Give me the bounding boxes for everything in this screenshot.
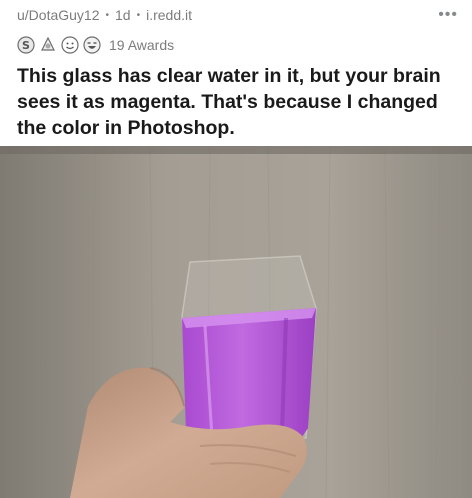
- author-link[interactable]: u/DotaGuy12: [17, 7, 100, 23]
- post-card[interactable]: u/DotaGuy12 • 1d • i.redd.it ••• S 19 Aw…: [0, 0, 472, 498]
- more-options-icon[interactable]: •••: [438, 6, 458, 24]
- post-title[interactable]: This glass has clear water in it, but yo…: [17, 63, 462, 141]
- post-image[interactable]: [0, 146, 472, 498]
- magenta-liquid: [182, 308, 316, 446]
- post-age: 1d: [115, 7, 131, 23]
- meta-separator: •: [105, 9, 110, 21]
- post-meta: u/DotaGuy12 • 1d • i.redd.it •••: [17, 3, 458, 27]
- laughing-award-icon: [83, 36, 101, 54]
- helpful-award-icon: [41, 36, 55, 51]
- meta-separator: •: [136, 9, 141, 21]
- silver-award-icon: S: [17, 36, 35, 54]
- svg-text:S: S: [22, 39, 30, 52]
- awards-row[interactable]: S 19 Awards: [17, 35, 174, 55]
- hand-holding-glass-photo: [0, 146, 472, 498]
- awards-count: 19 Awards: [109, 37, 175, 53]
- domain-link[interactable]: i.redd.it: [146, 7, 192, 23]
- wholesome-award-icon: [61, 36, 79, 54]
